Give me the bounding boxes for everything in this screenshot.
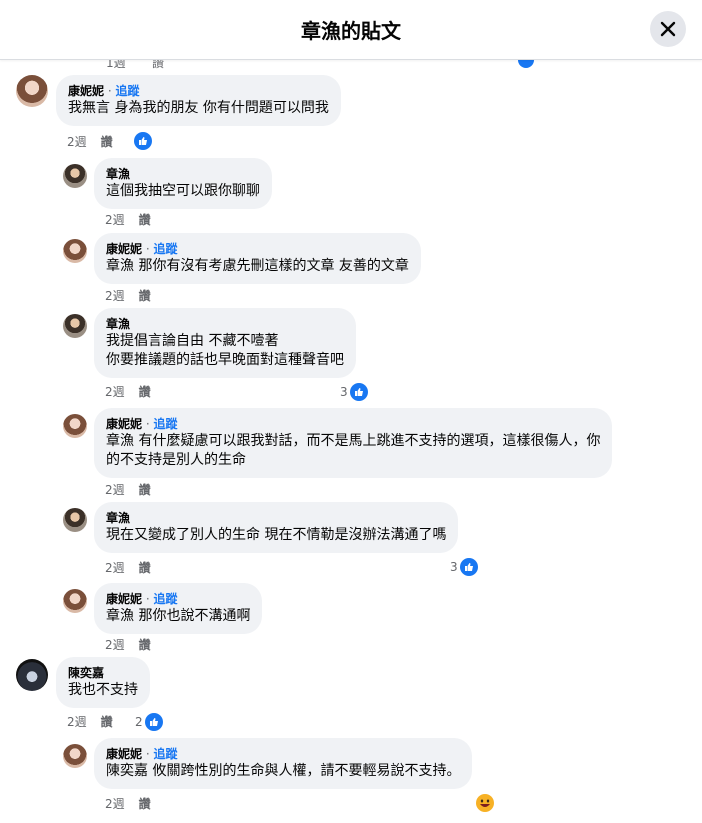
like-link[interactable]: 讚 <box>101 715 113 729</box>
comment-author[interactable]: 康妮妮 <box>68 84 104 98</box>
comment-text: 我也不支持 <box>68 682 138 698</box>
comment-meta: 2週讚 <box>105 288 165 304</box>
comment-author[interactable]: 康妮妮 <box>106 592 142 606</box>
comment-meta: 2週讚 <box>105 212 165 228</box>
comment-time[interactable]: 2週 <box>105 213 125 227</box>
follow-button[interactable]: 追蹤 <box>153 592 177 606</box>
avatar[interactable] <box>16 659 48 691</box>
comment-meta: 2週讚 <box>67 714 127 730</box>
like-reaction-icon <box>134 132 152 150</box>
dialog-header: 章漁的貼文 <box>0 0 702 60</box>
reaction-summary[interactable] <box>132 132 152 150</box>
like-link[interactable]: 讚 <box>139 385 151 399</box>
comment-author[interactable]: 陳奕嘉 <box>68 665 138 681</box>
dialog-title: 章漁的貼文 <box>301 19 401 43</box>
comment-author[interactable]: 章漁 <box>106 316 344 332</box>
comment-text: 章漁 有什麼疑慮可以跟我對話，而不是馬上跳進不支持的選項，這樣很傷人，你 <box>106 433 601 449</box>
comment-author[interactable]: 康妮妮 <box>106 747 142 761</box>
avatar[interactable] <box>63 414 87 438</box>
comment-meta: 2週讚 <box>67 134 127 150</box>
reaction-summary[interactable]: 3 <box>340 383 368 401</box>
comment-time[interactable]: 2週 <box>67 135 87 149</box>
comment-text: 你要推議題的話也早晚面對這種聲音吧 <box>106 352 344 368</box>
like-reaction-icon <box>459 558 478 576</box>
comment-bubble: 康妮妮 · 追蹤 章漁 那你有沒有考慮先刪這樣的文章 友善的文章 <box>94 233 421 284</box>
follow-button[interactable]: 追蹤 <box>153 242 177 256</box>
comment-text: 這個我抽空可以跟你聊聊 <box>106 183 260 199</box>
like-link[interactable]: 讚 <box>139 483 151 497</box>
like-link[interactable]: 讚 <box>139 289 151 303</box>
avatar[interactable] <box>63 164 87 188</box>
comment-bubble: 康妮妮 · 追蹤 章漁 那你也說不溝通啊 <box>94 583 263 634</box>
like-link[interactable]: 讚 <box>139 561 151 575</box>
close-button[interactable] <box>650 11 686 47</box>
like-link[interactable]: 讚 <box>139 797 151 811</box>
follow-button[interactable]: 追蹤 <box>153 747 177 761</box>
comment-text: 我提倡言論自由 不藏不噎著 <box>106 333 279 349</box>
reaction-count: 2 <box>135 715 143 729</box>
follow-button[interactable]: 追蹤 <box>115 84 139 98</box>
comment-time[interactable]: 2週 <box>105 385 125 399</box>
comment-text: 章漁 那你有沒有考慮先刪這樣的文章 友善的文章 <box>106 258 409 274</box>
comment-text: 我無言 身為我的朋友 你有什問題可以問我 <box>68 100 329 116</box>
avatar[interactable] <box>63 508 87 532</box>
comment-meta: 2週讚 <box>105 796 165 812</box>
comment-bubble: 康妮妮 · 追蹤 章漁 有什麼疑慮可以跟我對話，而不是馬上跳進不支持的選項，這樣… <box>94 408 613 478</box>
comment-time[interactable]: 2週 <box>105 289 125 303</box>
comment-bubble: 康妮妮 · 追蹤 陳奕嘉 攸關跨性別的生命與人權，請不要輕易說不支持。 <box>94 738 473 789</box>
comment-bubble: 章漁 現在又變成了別人的生命 現在不情勒是沒辦法溝通了嗎 <box>94 502 459 553</box>
comment-meta: 2週讚 <box>105 560 165 576</box>
comment-author[interactable]: 章漁 <box>106 510 446 526</box>
comment-time[interactable]: 2週 <box>105 483 125 497</box>
like-link[interactable]: 讚 <box>139 638 151 652</box>
comment-meta: 2週讚 <box>105 384 165 400</box>
reaction-summary[interactable]: 2 <box>135 713 163 731</box>
comment-bubble: 章漁 我提倡言論自由 不藏不噎著 你要推議題的話也早晚面對這種聲音吧 <box>94 308 356 378</box>
comment-text: 章漁 那你也說不溝通啊 <box>106 608 251 624</box>
comment-bubble: 陳奕嘉 我也不支持 <box>56 657 150 708</box>
avatar[interactable] <box>63 744 87 768</box>
follow-button[interactable]: 追蹤 <box>153 417 177 431</box>
comment-author[interactable]: 康妮妮 <box>106 242 142 256</box>
comment-time[interactable]: 2週 <box>105 638 125 652</box>
comment-author[interactable]: 康妮妮 <box>106 417 142 431</box>
comment-meta: 2週讚 <box>105 482 165 498</box>
reaction-summary[interactable]: 3 <box>450 558 478 576</box>
comment-time[interactable]: 2週 <box>105 797 125 811</box>
comment-author[interactable]: 章漁 <box>106 166 260 182</box>
comment-bubble: 康妮妮 · 追蹤 我無言 身為我的朋友 你有什問題可以問我 <box>56 75 341 126</box>
like-link[interactable]: 讚 <box>101 135 113 149</box>
like-link[interactable]: 讚 <box>139 213 151 227</box>
comment-time[interactable]: 2週 <box>105 561 125 575</box>
reaction-count: 3 <box>340 385 348 399</box>
like-reaction-icon <box>349 383 368 401</box>
avatar[interactable] <box>63 589 87 613</box>
comment-meta: 2週讚 <box>105 637 165 653</box>
comment-bubble: 章漁 這個我抽空可以跟你聊聊 <box>94 158 272 209</box>
comment-text: 現在又變成了別人的生命 現在不情勒是沒辦法溝通了嗎 <box>106 527 447 543</box>
avatar[interactable] <box>63 314 87 338</box>
close-icon <box>660 21 676 37</box>
reaction-count: 3 <box>450 560 458 574</box>
comment-text: 的不支持是別人的生命 <box>106 452 246 468</box>
haha-reaction-icon[interactable] <box>476 794 494 812</box>
avatar[interactable] <box>16 75 48 107</box>
comment-time[interactable]: 2週 <box>67 715 87 729</box>
avatar[interactable] <box>63 239 87 263</box>
like-reaction-icon <box>144 713 163 731</box>
comment-text: 陳奕嘉 攸關跨性別的生命與人權，請不要輕易說不支持。 <box>106 763 461 779</box>
